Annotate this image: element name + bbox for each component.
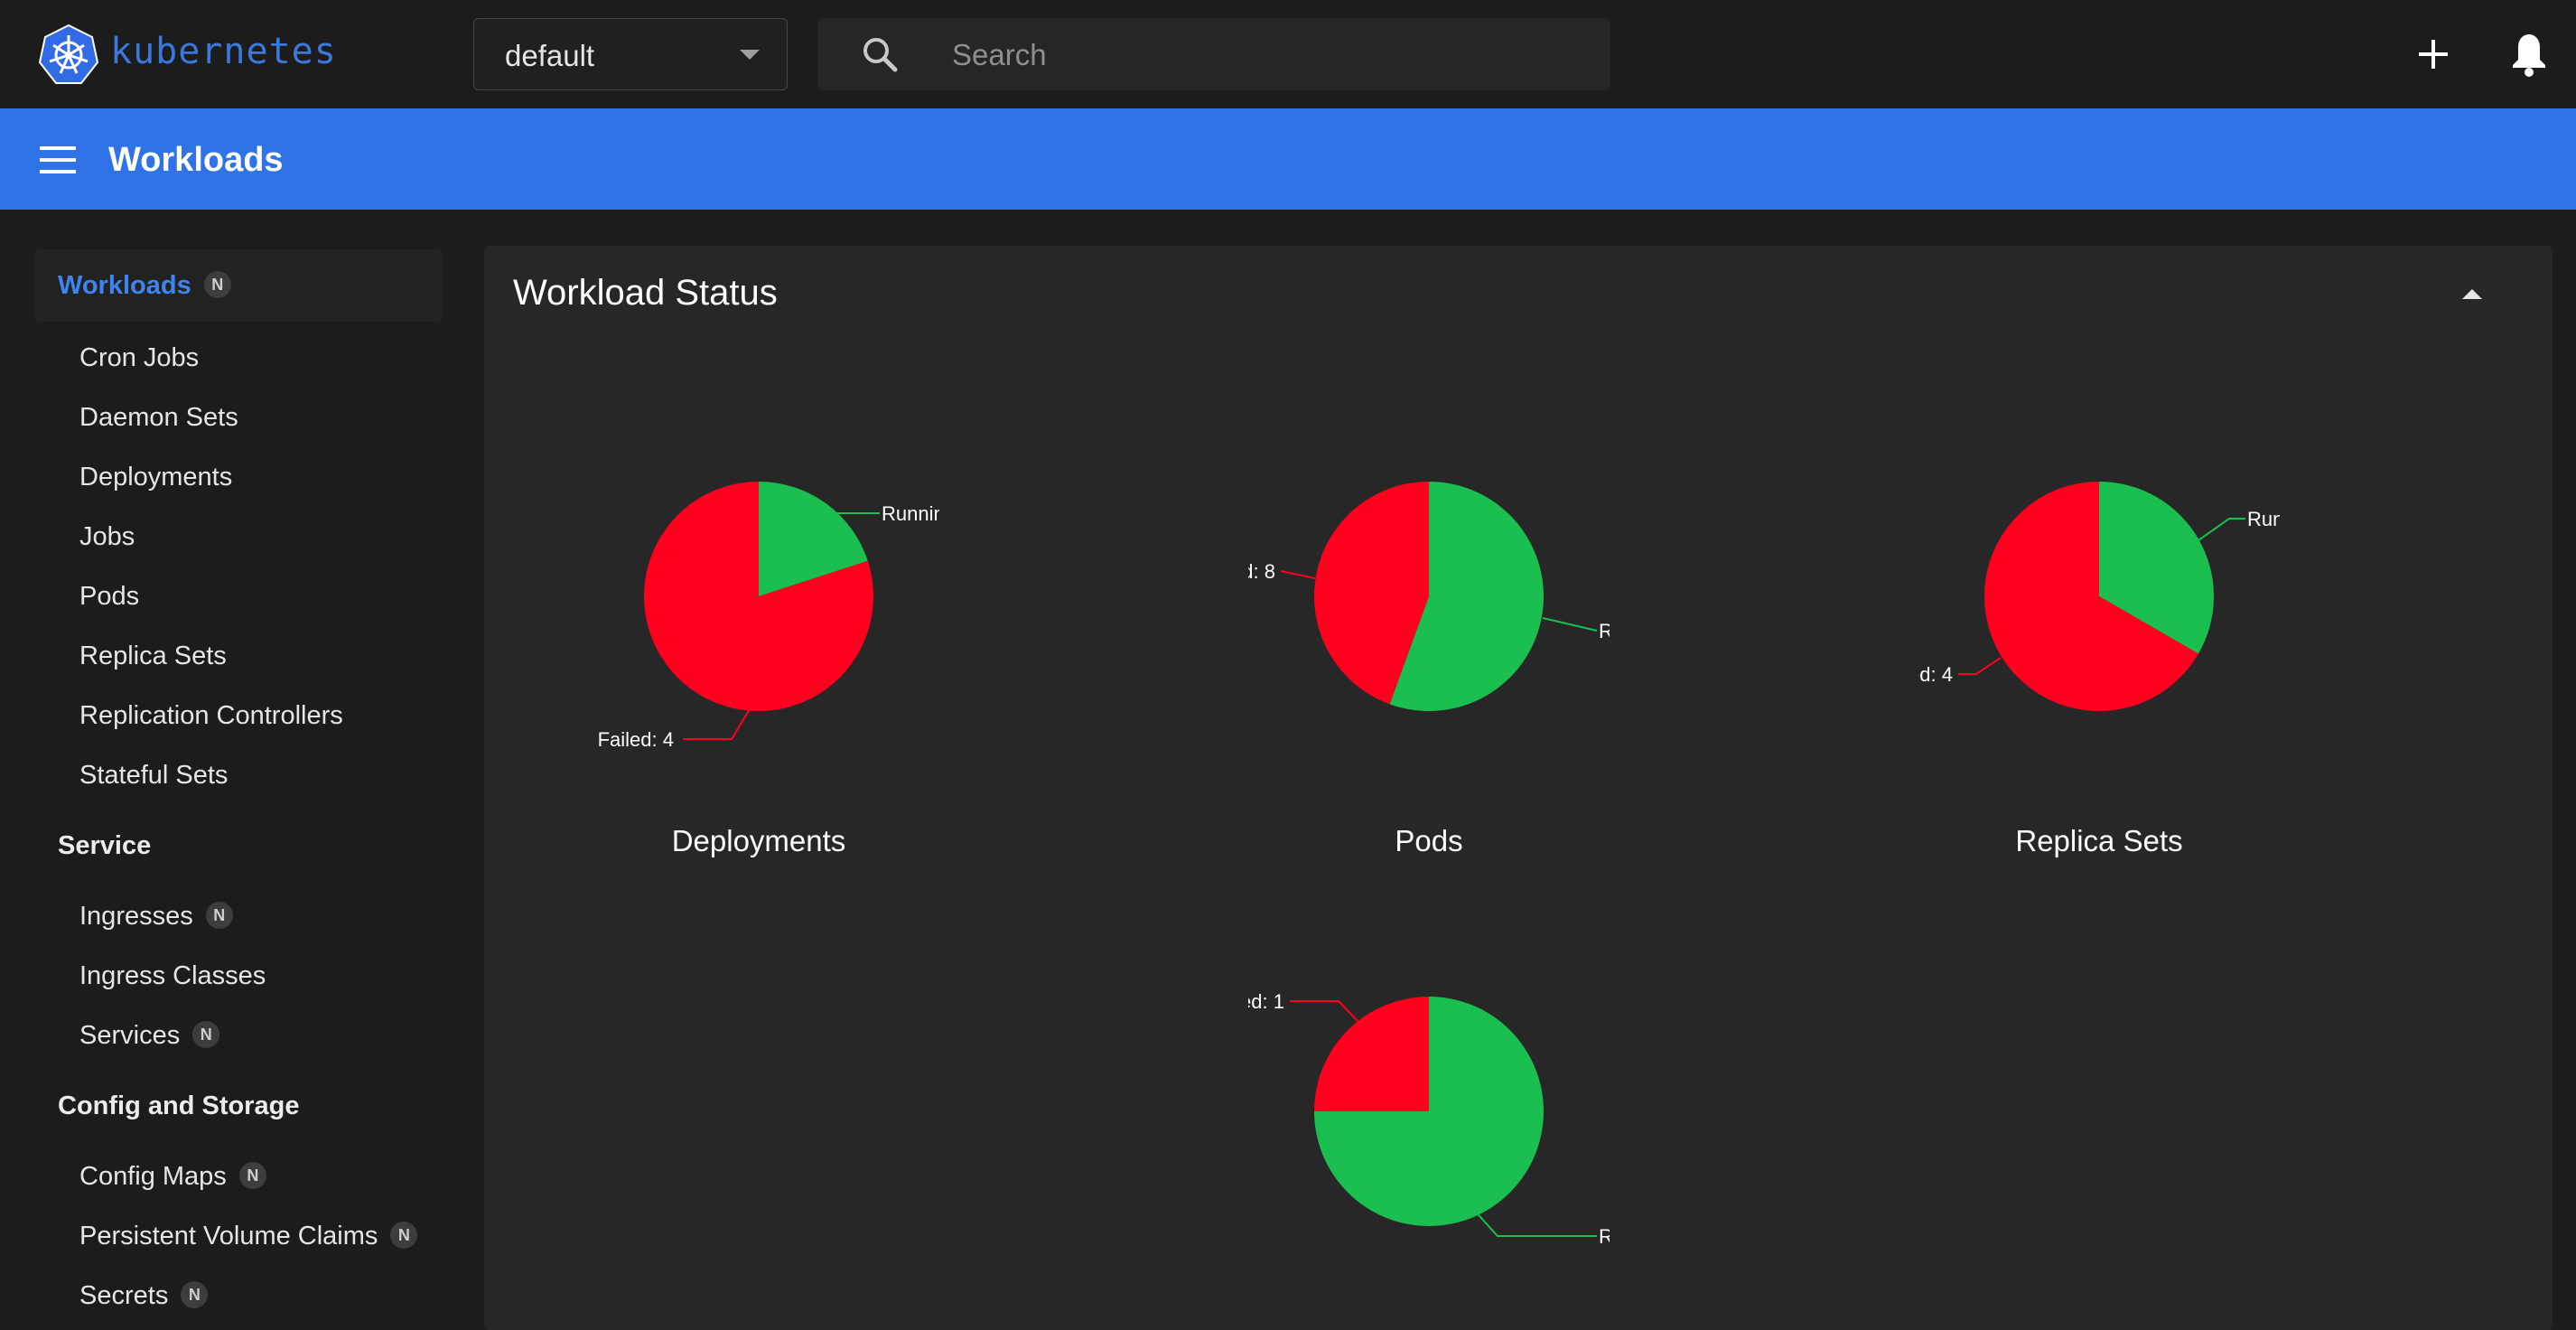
- sidebar-item-replica-sets[interactable]: Replica Sets: [79, 642, 227, 671]
- sidebar-item-stateful-sets[interactable]: Stateful Sets: [79, 761, 228, 791]
- new-badge: N: [203, 271, 231, 299]
- sidebar-item-service[interactable]: Service: [58, 831, 151, 861]
- deployments-pie-caption: Deployments: [671, 824, 846, 857]
- menu-icon[interactable]: [38, 145, 78, 175]
- failed-leader-line: [1280, 570, 1316, 579]
- sidebar-item-cron-jobs[interactable]: Cron Jobs: [79, 343, 199, 373]
- dropdown-caret-icon: [740, 50, 760, 60]
- namespace-select[interactable]: default: [473, 18, 788, 90]
- page-header: Workloads: [0, 108, 2576, 210]
- sidebar-item-jobs[interactable]: Jobs: [79, 522, 135, 552]
- running-label: Running: 1: [882, 502, 939, 525]
- new-badge: N: [238, 1162, 266, 1190]
- sidebar-item-ingress-classes[interactable]: Ingress Classes: [79, 961, 266, 991]
- namespace-value: default: [505, 39, 595, 72]
- sidebar-item-deployments[interactable]: Deployments: [79, 463, 232, 492]
- failed-label: Failed: 8: [1248, 560, 1275, 583]
- failed-slice: [1314, 997, 1429, 1111]
- top-toolbar: kubernetes default: [0, 0, 2576, 108]
- sidebar-item-label: Secrets: [79, 1281, 169, 1310]
- sidebar-item-label: Ingresses: [79, 902, 193, 931]
- failed-label: Failed: 1: [1248, 990, 1284, 1013]
- sidebar-item-services[interactable]: Services N: [79, 1021, 220, 1051]
- running-label: Running: 3: [1599, 1225, 1610, 1248]
- search-bar[interactable]: [818, 18, 1610, 90]
- brand-name[interactable]: kubernetes: [110, 31, 337, 72]
- workload-pie-chart-4: Running: 3 Failed: 1: [1248, 990, 1610, 1248]
- sidebar-item-config-maps[interactable]: Config Maps N: [79, 1162, 266, 1192]
- pods-pie-caption: Pods: [1395, 824, 1463, 857]
- card-title: Workload Status: [513, 273, 778, 313]
- sidebar-item-config-and-storage[interactable]: Config and Storage: [58, 1091, 299, 1121]
- replica-sets-pie-caption: Replica Sets: [2015, 824, 2183, 857]
- sidebar-item-label: Persistent Volume Claims: [79, 1222, 378, 1250]
- pods-pie-chart: Running: 10 Failed: 8: [1248, 482, 1610, 711]
- page-title: Workloads: [108, 141, 284, 179]
- sidebar-item-label: Config Maps: [79, 1162, 227, 1191]
- running-leader-line: [2198, 518, 2245, 541]
- new-badge: N: [390, 1222, 418, 1250]
- sidebar-item-pods[interactable]: Pods: [79, 582, 139, 612]
- collapse-icon[interactable]: [2462, 289, 2482, 300]
- running-label: Running: 2: [2247, 508, 2280, 530]
- sidebar-item-label: Workloads: [58, 271, 191, 300]
- deployments-pie-chart: Running: 1 Failed: 4: [598, 482, 939, 751]
- sidebar-item-replication-controllers[interactable]: Replication Controllers: [79, 701, 343, 731]
- running-label: Running: 10: [1599, 620, 1610, 642]
- replica-sets-pie-chart: Running: 2 Failed: 4: [1918, 482, 2280, 711]
- notifications-bell-icon[interactable]: [2507, 31, 2551, 78]
- failed-label: Failed: 4: [1918, 663, 1953, 686]
- sidebar-item-persistent-volume-claims[interactable]: Persistent Volume Claims N: [79, 1222, 418, 1251]
- running-leader-line: [1542, 617, 1598, 632]
- new-badge: N: [181, 1281, 209, 1309]
- new-badge: N: [192, 1021, 220, 1049]
- sidebar: Workloads N Cron Jobs Daemon Sets Deploym…: [0, 210, 482, 1311]
- new-badge: N: [205, 902, 233, 930]
- workload-status-card: Workload Status Running: 1 Failed: 4 Dep…: [484, 246, 2553, 1330]
- sidebar-item-secrets[interactable]: Secrets N: [79, 1281, 209, 1311]
- sidebar-item-workloads[interactable]: Workloads N: [58, 271, 231, 301]
- sidebar-item-label: Services: [79, 1021, 181, 1050]
- failed-leader-line: [1958, 657, 2002, 675]
- failed-label: Failed: 4: [598, 728, 674, 751]
- sidebar-item-ingresses[interactable]: Ingresses N: [79, 902, 233, 932]
- sidebar-item-daemon-sets[interactable]: Daemon Sets: [79, 403, 238, 433]
- create-plus-icon[interactable]: [2412, 33, 2455, 76]
- search-icon: [863, 38, 898, 72]
- search-input[interactable]: [950, 27, 1586, 83]
- kubernetes-logo-icon[interactable]: [38, 23, 99, 85]
